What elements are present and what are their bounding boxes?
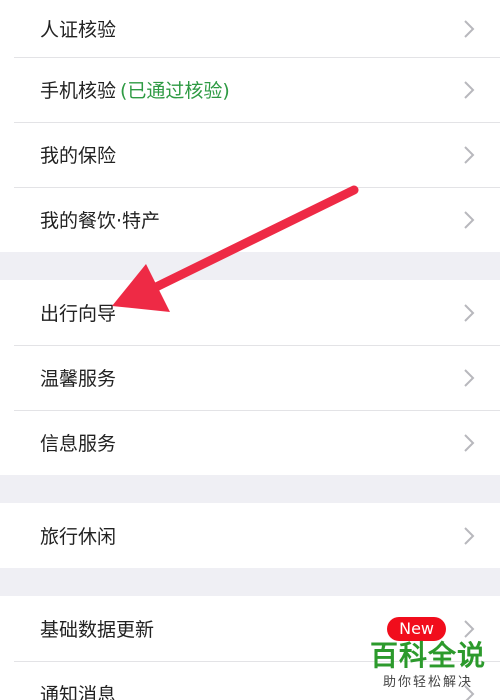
menu-item-label-text: 手机核验: [40, 80, 117, 102]
menu-item-my-dining[interactable]: 我的餐饮·特产: [0, 187, 500, 252]
menu-item-travel-leisure[interactable]: 旅行休闲: [0, 503, 500, 568]
menu-item-info-service[interactable]: 信息服务: [0, 410, 500, 475]
chevron-right-icon: [464, 303, 475, 322]
chevron-right-icon: [464, 433, 475, 452]
menu-item-label: 旅行休闲: [40, 526, 117, 548]
chevron-right-icon: [464, 19, 475, 38]
section-gap: [0, 475, 500, 503]
chevron-right-icon: [464, 526, 475, 545]
menu-item-phone-verification[interactable]: 手机核验 (已通过核验): [0, 57, 500, 122]
menu-item-label: 我的保险: [40, 145, 117, 167]
menu-item-label: 手机核验 (已通过核验): [40, 76, 462, 103]
menu-item-travel-guide[interactable]: 出行向导: [0, 280, 500, 345]
new-badge: New: [387, 616, 446, 641]
menu-item-data-update[interactable]: 基础数据更新 New: [0, 596, 500, 661]
verification-status: (已通过核验): [120, 80, 230, 102]
menu-item-label: 基础数据更新: [40, 619, 155, 641]
menu-item-label: 通知消息: [40, 684, 117, 700]
section-gap: [0, 568, 500, 596]
menu-item-identity-verification[interactable]: 人证核验: [0, 0, 500, 57]
menu-item-label: 温馨服务: [40, 368, 117, 390]
menu-item-warm-service[interactable]: 温馨服务: [0, 345, 500, 410]
menu-group-services: 出行向导 温馨服务 信息服务: [0, 280, 500, 475]
menu-item-my-insurance[interactable]: 我的保险: [0, 122, 500, 187]
menu-group-leisure: 旅行休闲: [0, 503, 500, 568]
chevron-right-icon: [464, 210, 475, 229]
chevron-right-icon: [464, 684, 475, 700]
chevron-right-icon: [464, 80, 475, 99]
menu-item-label: 出行向导: [40, 303, 117, 325]
chevron-right-icon: [464, 619, 475, 638]
menu-group-system: 基础数据更新 New 通知消息: [0, 596, 500, 700]
section-gap: [0, 252, 500, 280]
settings-list: 人证核验 手机核验 (已通过核验) 我的保险 我的餐饮·特产 出行向导 温馨服务 …: [0, 0, 500, 700]
menu-item-label: 人证核验: [40, 19, 117, 41]
chevron-right-icon: [464, 145, 475, 164]
menu-item-label: 信息服务: [40, 433, 117, 455]
menu-item-notifications[interactable]: 通知消息: [0, 661, 500, 700]
menu-item-label: 我的餐饮·特产: [40, 210, 161, 232]
chevron-right-icon: [464, 368, 475, 387]
menu-group-account: 人证核验 手机核验 (已通过核验) 我的保险 我的餐饮·特产: [0, 0, 500, 252]
